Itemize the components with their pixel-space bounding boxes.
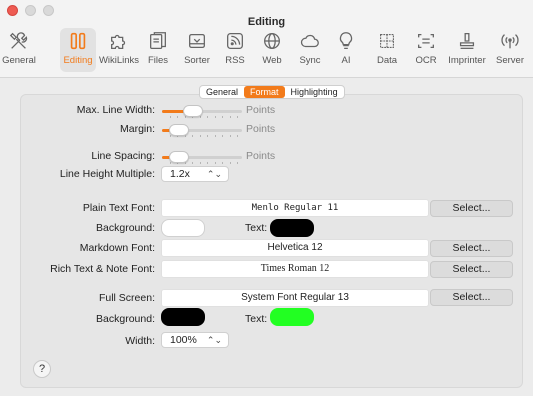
tab-highlighting[interactable]: Highlighting (285, 86, 344, 98)
width-popup[interactable]: 100% ⌃⌄ (161, 332, 229, 348)
toolbar-item-web[interactable]: Web (259, 28, 285, 72)
tools-icon (6, 28, 32, 54)
toolbar-item-editing[interactable]: Editing (60, 28, 96, 72)
editing-icon (65, 28, 91, 54)
toolbar-label: Web (262, 55, 282, 66)
line-spacing-unit: Points (246, 150, 276, 162)
markdown-font-label: Markdown Font: (79, 242, 155, 254)
toolbar-label: Sorter (184, 55, 210, 66)
plain-text-color-well[interactable] (270, 219, 314, 237)
toolbar-label: General (2, 55, 36, 66)
full-screen-text-color-well[interactable] (270, 308, 314, 326)
toolbar-label: Server (496, 55, 524, 66)
slider-thumb[interactable] (169, 124, 190, 136)
rich-text-font-select-button[interactable]: Select... (430, 261, 513, 278)
broadcast-icon (497, 28, 523, 54)
full-screen-background-color-well[interactable] (161, 308, 205, 326)
toolbar-item-sync[interactable]: Sync (296, 28, 324, 72)
cloud-icon (297, 28, 323, 54)
chevron-updown-icon: ⌃⌄ (206, 169, 222, 179)
full-screen-font-field: System Font Regular 13 (161, 289, 429, 307)
toolbar-item-rss[interactable]: RSS (223, 28, 247, 72)
sorter-icon (184, 28, 210, 54)
toolbar-label: Editing (63, 55, 93, 66)
stamp-icon (454, 28, 480, 54)
plain-text-color-label: Text: (245, 222, 268, 234)
popup-value: 100% (170, 334, 197, 346)
slider-thumb[interactable] (183, 105, 203, 117)
margin-unit: Points (246, 123, 276, 135)
width-label: Width: (125, 335, 155, 347)
full-screen-font-select-button[interactable]: Select... (430, 289, 513, 306)
globe-icon (259, 28, 285, 54)
plain-background-color-well[interactable] (161, 219, 205, 237)
markdown-font-field: Helvetica 12 (161, 239, 429, 257)
toolbar-item-imprinter[interactable]: Imprinter (447, 28, 487, 72)
toolbar-item-wikilinks[interactable]: WikiLinks (97, 28, 141, 72)
window-title: Editing (247, 16, 286, 28)
plain-text-font-field: Menlo Regular 11 (161, 199, 429, 217)
line-height-multiple-popup[interactable]: 1.2x ⌃⌄ (161, 166, 229, 182)
slider-ticks (170, 116, 238, 118)
help-button[interactable]: ? (33, 360, 51, 378)
toolbar-item-data[interactable]: Data (374, 28, 400, 72)
toolbar-label: Files (147, 55, 169, 66)
minimize-window-button[interactable] (25, 5, 36, 16)
format-tab-bar: General Format Highlighting (199, 85, 345, 99)
tab-format[interactable]: Format (244, 86, 285, 98)
toolbar-item-server[interactable]: Server (493, 28, 527, 72)
preferences-window: Editing General Editing WikiLinks Files … (0, 0, 533, 396)
toolbar-label: Imprinter (448, 55, 486, 66)
ocr-icon (413, 28, 439, 54)
title-bar: Editing General Editing WikiLinks Files … (0, 0, 533, 78)
plain-background-label: Background: (96, 222, 155, 234)
margin-label: Margin: (119, 123, 155, 135)
rss-icon (222, 28, 248, 54)
toolbar-item-ai[interactable]: AI (335, 28, 357, 72)
max-line-width-slider[interactable] (162, 105, 242, 119)
chevron-updown-icon: ⌃⌄ (206, 335, 222, 345)
line-height-multiple-label: Line Height Multiple: (59, 168, 155, 180)
margin-slider[interactable] (162, 124, 242, 138)
markdown-font-select-button[interactable]: Select... (430, 240, 513, 257)
plain-text-font-select-button[interactable]: Select... (430, 200, 513, 217)
max-line-width-label: Max. Line Width: (76, 104, 155, 116)
plain-text-font-label: Plain Text Font: (82, 202, 155, 214)
files-icon (145, 28, 171, 54)
line-spacing-label: Line Spacing: (91, 150, 155, 162)
full-screen-font-label: Full Screen: (98, 292, 155, 304)
rich-text-font-field: Times Roman 12 (161, 260, 429, 278)
lightbulb-icon (333, 28, 359, 54)
toolbar-label: Data (376, 55, 398, 66)
tab-general[interactable]: General (200, 86, 244, 98)
zoom-window-button[interactable] (43, 5, 54, 16)
close-window-button[interactable] (7, 5, 18, 16)
preferences-toolbar: General Editing WikiLinks Files Sorter R… (0, 28, 533, 74)
full-screen-text-color-label: Text: (245, 313, 268, 325)
toolbar-item-files[interactable]: Files (144, 28, 172, 72)
toolbar-label: OCR (415, 55, 437, 66)
toolbar-label: Sync (299, 55, 321, 66)
line-spacing-slider[interactable] (162, 151, 242, 165)
slider-thumb[interactable] (169, 151, 190, 163)
toolbar-label: RSS (225, 55, 245, 66)
full-screen-background-label: Background: (96, 313, 155, 325)
toolbar-item-sorter[interactable]: Sorter (180, 28, 214, 72)
toolbar-item-ocr[interactable]: OCR (413, 28, 439, 72)
toolbar-label: WikiLinks (98, 55, 140, 66)
toolbar-item-general[interactable]: General (2, 28, 36, 72)
puzzle-icon (106, 28, 132, 54)
toolbar-label: AI (341, 55, 351, 66)
rich-text-font-label: Rich Text & Note Font: (50, 263, 155, 275)
popup-value: 1.2x (170, 168, 190, 180)
max-line-width-unit: Points (246, 104, 276, 116)
table-icon (374, 28, 400, 54)
